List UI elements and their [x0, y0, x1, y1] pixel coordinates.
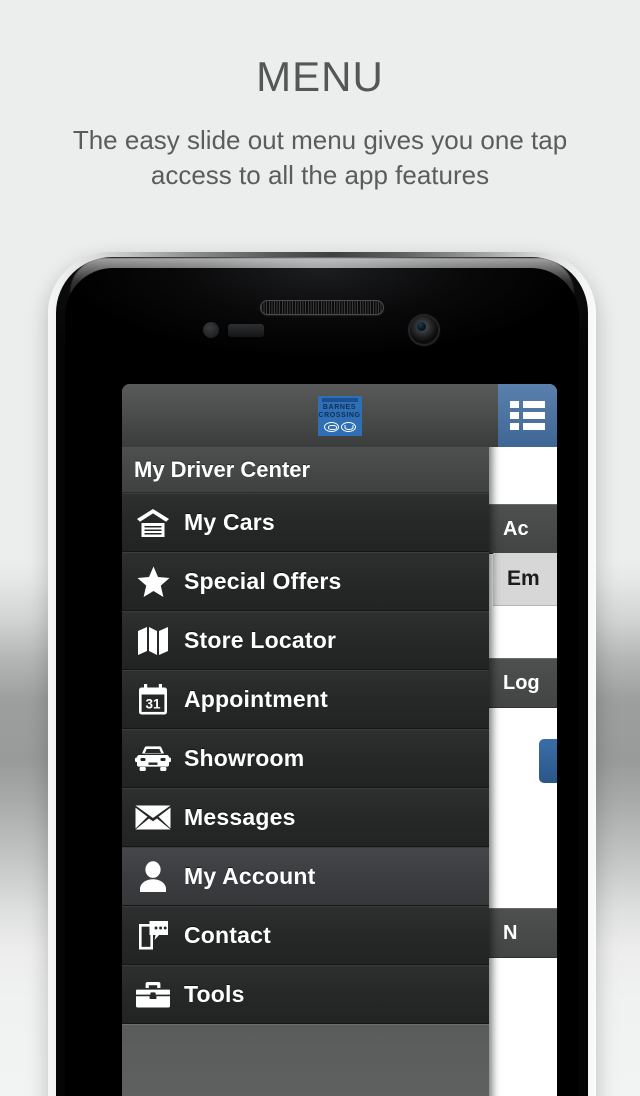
drawer-title: My Driver Center — [122, 447, 489, 493]
content-panel: Ac Em Log N — [489, 384, 557, 1096]
logo-top-bar — [321, 398, 358, 402]
content-field-divider — [493, 605, 557, 606]
calendar-icon: 31 — [122, 684, 184, 715]
menu-item-appointment[interactable]: 31 Appointment — [122, 670, 489, 729]
barnes-crossing-logo: BARNES CROSSING — [317, 396, 362, 436]
car-icon — [122, 745, 184, 772]
app-screen: Ac Em Log N My Cars Special Offers Store… — [122, 384, 557, 1096]
phone-glass-face: Ac Em Log N My Cars Special Offers Store… — [65, 268, 579, 1096]
menu-item-label: Store Locator — [184, 627, 337, 653]
drawer-menu-list: My Cars Special Offers Store Locator 31 … — [122, 493, 489, 1024]
content-submit-button[interactable] — [539, 739, 557, 783]
logo-line-1: BARNES — [322, 404, 357, 411]
menu-toggle-button[interactable] — [498, 384, 557, 447]
proximity-sensor-icon — [203, 322, 219, 338]
menu-item-label: Tools — [184, 981, 245, 1007]
menu-item-tools[interactable]: Tools — [122, 965, 489, 1024]
menu-item-label: Showroom — [184, 745, 305, 771]
logo-emblems — [323, 422, 356, 432]
toolbox-icon — [122, 981, 184, 1008]
page-subtitle: The easy slide out menu gives you one ta… — [72, 125, 568, 191]
envelope-icon — [122, 805, 184, 830]
menu-item-label: My Cars — [184, 509, 275, 535]
menu-item-contact[interactable]: Contact — [122, 906, 489, 965]
person-icon — [122, 861, 184, 892]
earpiece-grille — [261, 301, 383, 314]
menu-item-label: Special Offers — [184, 568, 342, 594]
slide-out-drawer: My Cars Special Offers Store Locator 31 … — [122, 384, 489, 1096]
marketing-header: MENU The easy slide out menu gives you o… — [0, 0, 640, 193]
menu-item-label: My Account — [184, 863, 316, 889]
app-bar: BARNES CROSSING — [122, 384, 557, 447]
content-section-account: Ac — [489, 504, 557, 554]
menu-item-special-offers[interactable]: Special Offers — [122, 552, 489, 611]
page-title: MENU — [256, 53, 384, 100]
content-section-n: N — [489, 908, 557, 958]
content-field-email[interactable]: Em — [493, 553, 557, 605]
screenshot-root: MENU The easy slide out menu gives you o… — [0, 0, 640, 1096]
menu-item-my-account[interactable]: My Account — [122, 847, 489, 906]
menu-item-showroom[interactable]: Showroom — [122, 729, 489, 788]
map-icon — [122, 626, 184, 656]
calendar-day-number: 31 — [145, 696, 161, 711]
menu-item-label: Appointment — [184, 686, 329, 712]
content-section-login: Log — [489, 658, 557, 708]
list-icon — [510, 401, 545, 430]
menu-item-label: Messages — [184, 804, 296, 830]
menu-item-messages[interactable]: Messages — [122, 788, 489, 847]
menu-item-my-cars[interactable]: My Cars — [122, 493, 489, 552]
menu-item-store-locator[interactable]: Store Locator — [122, 611, 489, 670]
front-camera-icon — [410, 316, 438, 344]
light-sensor-icon — [228, 324, 264, 337]
mazda-emblem-icon — [340, 422, 356, 432]
menu-item-label: Contact — [184, 922, 272, 948]
logo-line-2: CROSSING — [318, 412, 361, 419]
phone-mockup: Ac Em Log N My Cars Special Offers Store… — [48, 252, 596, 1096]
star-icon — [122, 566, 184, 598]
phone-chat-icon — [122, 920, 184, 951]
garage-icon — [122, 508, 184, 538]
drawer-empty-area — [122, 1024, 489, 1096]
hyundai-emblem-icon — [323, 422, 339, 432]
